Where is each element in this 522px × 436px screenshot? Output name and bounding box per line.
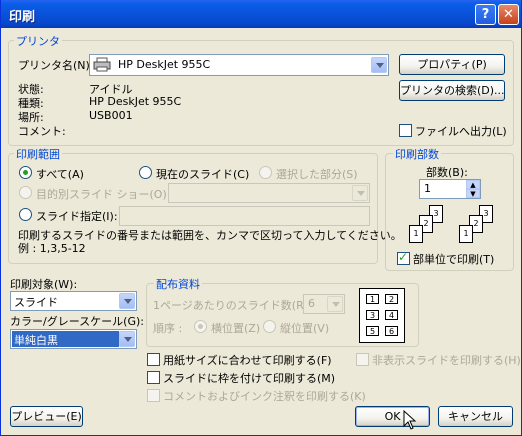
chevron-down-icon: [352, 185, 368, 201]
collate-label[interactable]: 部単位で印刷(T): [413, 251, 494, 267]
color-label: カラー/グレースケール(G):: [10, 315, 144, 328]
print-to-file-checkbox[interactable]: [399, 124, 412, 137]
chevron-down-icon[interactable]: [119, 293, 135, 309]
color-value: 単純白黒: [14, 334, 58, 347]
printer-name-select[interactable]: HP DeskJet 955C: [89, 54, 389, 76]
window-title: 印刷: [9, 10, 36, 25]
location-value: USB001: [89, 109, 133, 122]
print-what-select[interactable]: スライド: [10, 291, 137, 311]
cancel-button[interactable]: キャンセル: [438, 406, 513, 427]
title-bar: 印刷 ? ✕: [1, 0, 521, 28]
hidden-slides-checkbox: [356, 353, 369, 366]
printer-legend: プリンタ: [14, 33, 62, 49]
properties-button[interactable]: プロパティ(P): [399, 54, 505, 75]
color-select[interactable]: 単純白黒: [10, 329, 137, 349]
handout-layout-preview: 1 2 3 4 5 6: [359, 288, 405, 343]
chevron-down-icon[interactable]: [371, 57, 387, 73]
range-all-label[interactable]: すべて(A): [36, 166, 84, 182]
range-current-radio[interactable]: [139, 166, 152, 179]
per-page-value: 6: [308, 297, 315, 310]
per-page-select: 6: [303, 294, 345, 314]
order-vertical-radio: [263, 320, 276, 333]
copies-count-value: 1: [424, 182, 431, 195]
close-button[interactable]: ✕: [498, 4, 519, 25]
order-label: 順序 :: [153, 322, 183, 335]
chevron-down-icon[interactable]: [119, 331, 135, 347]
scale-to-fit-label[interactable]: 用紙サイズに合わせて印刷する(F): [163, 352, 332, 368]
collate-checkbox[interactable]: [397, 250, 410, 265]
help-button[interactable]: ?: [475, 4, 496, 25]
comment-label: コメント:: [18, 125, 66, 138]
spin-up-icon[interactable]: ▲: [466, 180, 480, 189]
print-to-file-label[interactable]: ファイルへ出力(L): [415, 123, 507, 139]
custom-show-select: [168, 183, 370, 203]
hidden-slides-label: 非表示スライドを印刷する(H): [372, 354, 521, 367]
comments-checkbox: [147, 389, 160, 402]
printer-icon: [93, 57, 111, 72]
frame-slides-checkbox[interactable]: [147, 371, 160, 384]
spin-down-icon[interactable]: ▼: [466, 189, 480, 198]
print-dialog: 印刷 ? ✕ プリンタ プリンタ名(N): HP DeskJet 955C プロ…: [0, 0, 522, 436]
range-example-text: 例 : 1,3,5-12: [18, 242, 86, 255]
order-horizontal-label: 横位置(Z): [211, 322, 261, 335]
range-selection-label: 選択した部分(S): [276, 168, 358, 181]
slides-input[interactable]: [119, 206, 370, 226]
range-selection-radio: [259, 166, 272, 179]
range-current-label[interactable]: 現在のスライド(C): [156, 166, 249, 182]
collate-pages-icon-2: 3 2 1: [453, 205, 501, 245]
comments-label: コメントおよびインク注釈を印刷する(K): [163, 390, 366, 403]
copies-count-input[interactable]: 1 ▲ ▼: [419, 179, 481, 199]
range-custom-show-label: 目的別スライド ショー(O):: [36, 188, 171, 201]
chevron-down-icon: [327, 296, 343, 312]
range-all-radio[interactable]: [19, 166, 32, 179]
ok-button[interactable]: OK: [355, 406, 430, 427]
print-what-value: スライド: [14, 296, 58, 309]
collate-pages-icon: 3 2 1: [403, 205, 451, 245]
range-custom-show-radio: [19, 186, 32, 199]
print-what-label: 印刷対象(W):: [10, 278, 78, 291]
mouse-cursor-icon: [403, 409, 417, 430]
scale-to-fit-checkbox[interactable]: [147, 353, 160, 366]
find-printer-button[interactable]: プリンタの検索(D)...: [399, 80, 505, 101]
per-page-label: 1ページあたりのスライド数(R):: [153, 299, 312, 312]
order-vertical-label: 縦位置(V): [280, 322, 330, 335]
frame-slides-label[interactable]: スライドに枠を付けて印刷する(M): [163, 370, 335, 386]
copies-legend: 印刷部数: [393, 146, 441, 162]
order-horizontal-radio: [194, 320, 207, 333]
printer-name-label: プリンタ名(N):: [18, 59, 94, 72]
handouts-legend: 配布資料: [154, 276, 202, 292]
copies-count-label: 部数(B):: [426, 166, 468, 179]
type-value: HP DeskJet 955C: [89, 95, 182, 108]
range-slides-label[interactable]: スライド指定(I):: [36, 208, 118, 224]
printer-name-value: HP DeskJet 955C: [118, 58, 211, 71]
range-slides-radio[interactable]: [19, 208, 32, 221]
preview-button[interactable]: プレビュー(E): [10, 406, 83, 427]
print-range-legend: 印刷範囲: [14, 146, 62, 162]
